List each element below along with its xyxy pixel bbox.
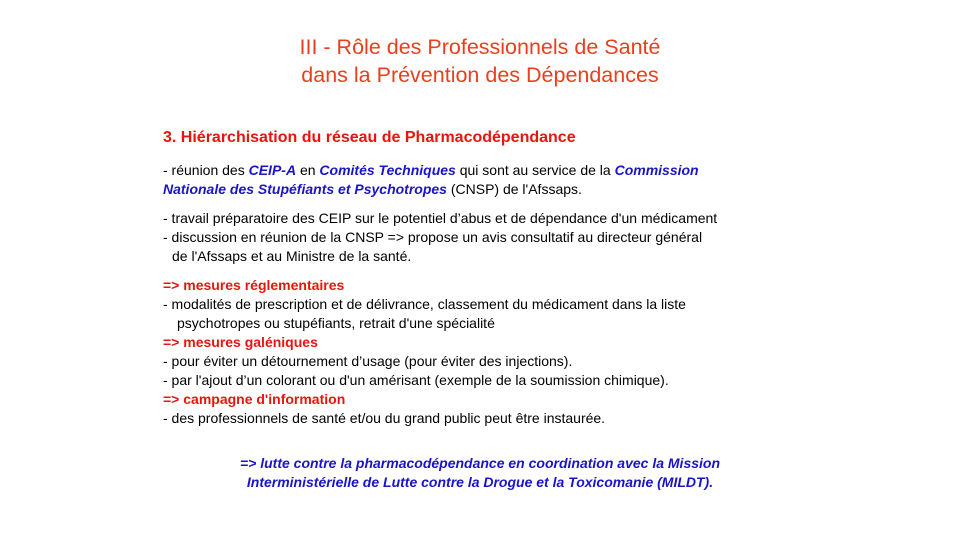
paragraph-travail-line-3: de l'Afssaps et au Ministre de la santé. xyxy=(172,248,412,264)
campagne-information-line-1: - des professionnels de santé et/ou du g… xyxy=(163,410,606,426)
paragraph-reunion-line-1: - réunion des CEIP-A en Comités Techniqu… xyxy=(163,161,813,180)
text-service: qui sont au service de la xyxy=(455,162,615,178)
term-cnsp-full: Nationale des Stupéfiants et Psychotrope… xyxy=(163,181,447,197)
term-ceip-a: CEIP-A xyxy=(248,162,297,178)
slide-body: 3. Hiérarchisation du réseau de Pharmaco… xyxy=(163,128,813,428)
term-comites-techniques: Comités Techniques xyxy=(319,162,456,178)
heading-mesures-reglementaires: => mesures réglementaires xyxy=(163,277,345,293)
paragraph-reunion-line-2: Nationale des Stupéfiants et Psychotrope… xyxy=(163,180,813,199)
mesures-reglementaires-line-2: psychotropes ou stupéfiants, retrait d'u… xyxy=(177,315,495,331)
paragraph-travail-line-1: - travail préparatoire des CEIP sur le p… xyxy=(163,210,718,226)
conclusion-line-2: Interministérielle de Lutte contre la Dr… xyxy=(246,474,714,490)
heading-mesures-galeniques: => mesures galéniques xyxy=(163,334,318,350)
slide-title-line-2: dans la Prévention des Dépendances xyxy=(301,63,659,87)
mesures-galeniques-line-1: - pour éviter un détournement d’usage (p… xyxy=(163,353,573,369)
mesures-galeniques-line-2: - par l'ajout d’un colorant ou d'un amér… xyxy=(163,372,669,388)
section-subtitle: 3. Hiérarchisation du réseau de Pharmaco… xyxy=(163,129,576,146)
paragraph-travail: - travail préparatoire des CEIP sur le p… xyxy=(163,209,813,266)
heading-campagne-information: => campagne d'information xyxy=(163,391,346,407)
mesures-reglementaires-line-1: - modalités de prescription et de délivr… xyxy=(163,296,686,312)
term-commission: Commission xyxy=(614,162,699,178)
paragraph-reunion: - réunion des CEIP-A en Comités Techniqu… xyxy=(163,161,813,199)
conclusion: => lutte contre la pharmacodépendance en… xyxy=(0,454,960,492)
text-en: en xyxy=(296,162,320,178)
text-reunion-prefix: - réunion des xyxy=(163,162,249,178)
slide-title-line-1: III - Rôle des Professionnels de Santé xyxy=(299,35,661,59)
conclusion-line-1: => lutte contre la pharmacodépendance en… xyxy=(239,455,721,471)
text-cnsp-afssaps: (CNSP) de l'Afssaps. xyxy=(446,181,582,197)
paragraph-travail-line-2: - discussion en réunion de la CNSP => pr… xyxy=(163,229,703,245)
slide-title: III - Rôle des Professionnels de Santé d… xyxy=(0,33,960,89)
